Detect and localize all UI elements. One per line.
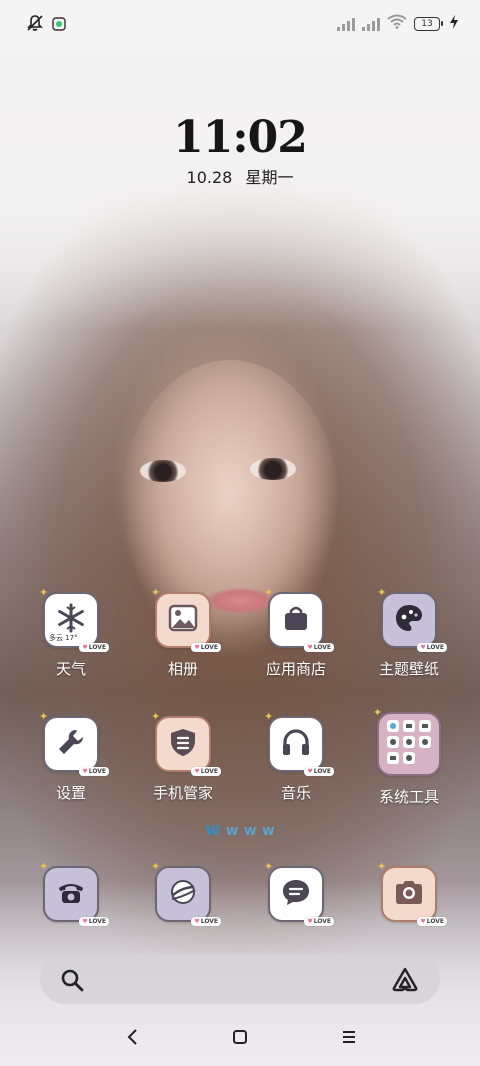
wrench-icon: [56, 727, 86, 761]
assistant-icon[interactable]: [390, 966, 420, 996]
signal-sim1-icon: [337, 17, 355, 31]
battery-icon: 13: [414, 16, 443, 31]
status-bar: 13: [0, 0, 480, 50]
app-system-tools[interactable]: ✦ 系统工具: [354, 706, 464, 807]
app-label: 天气: [55, 660, 86, 678]
back-icon[interactable]: [126, 1028, 140, 1050]
love-tag: ♥LOVE: [191, 917, 221, 926]
camera-icon: [394, 879, 424, 909]
dock-camera[interactable]: ✦ ♥LOVE: [354, 860, 464, 926]
messages-tile[interactable]: ✦ ♥LOVE: [264, 860, 334, 926]
app-themes[interactable]: ✦ ♥LOVE 主题壁纸: [354, 586, 464, 679]
app-security[interactable]: ✦ ♥LOVE 手机管家: [128, 710, 238, 803]
charging-icon: [450, 14, 458, 33]
shield-icon: [169, 727, 197, 761]
wallpaper-eye-left: [140, 460, 186, 482]
message-icon: [281, 878, 311, 910]
wifi-icon: [387, 14, 407, 33]
clock-time: 11:02: [173, 112, 308, 163]
phone-tile[interactable]: ✦ ♥LOVE: [39, 860, 109, 926]
love-tag: ♥LOVE: [304, 767, 334, 776]
app-weather[interactable]: ✦ 多云 17° ♥LOVE 天气: [16, 586, 126, 679]
app-label: 应用商店: [265, 660, 326, 678]
store-tile[interactable]: ✦ ♥LOVE: [264, 586, 334, 652]
page-dot-active: W: [205, 824, 220, 839]
gallery-tile[interactable]: ✦ ♥LOVE: [151, 586, 221, 652]
app-label: 系统工具: [378, 788, 439, 806]
phone-icon: [56, 878, 86, 910]
love-tag: ♥LOVE: [79, 643, 109, 652]
date-value: 10.28: [186, 168, 233, 187]
love-tag: ♥LOVE: [304, 917, 334, 926]
headphones-icon: [281, 728, 311, 760]
dock-messages[interactable]: ✦ ♥LOVE: [241, 860, 351, 926]
dock-phone[interactable]: ✦ ♥LOVE: [16, 860, 126, 926]
page-dot: W: [244, 825, 257, 838]
gallery-icon: [168, 604, 198, 636]
love-tag: ♥LOVE: [304, 643, 334, 652]
planet-icon: [168, 877, 198, 911]
menu-icon[interactable]: [341, 1028, 357, 1050]
app-store[interactable]: ✦ ♥LOVE 应用商店: [241, 586, 351, 679]
love-tag: ♥LOVE: [417, 643, 447, 652]
security-tile[interactable]: ✦ ♥LOVE: [151, 710, 221, 776]
home-screen: 13 11:02 10.28 星期一 ✦ 多云 17° ♥LOVE 天气 ✦ ♥…: [0, 0, 480, 1066]
love-tag: ♥LOVE: [191, 643, 221, 652]
app-label: 相册: [167, 660, 198, 678]
weather-tile[interactable]: ✦ 多云 17° ♥LOVE: [39, 586, 109, 652]
weather-subtext: 多云 17°: [49, 634, 78, 642]
folder-tile[interactable]: ✦: [373, 706, 441, 776]
settings-tile[interactable]: ✦ ♥LOVE: [39, 710, 109, 776]
love-tag: ♥LOVE: [79, 767, 109, 776]
search-bar[interactable]: [40, 954, 440, 1004]
clock-date: 10.28 星期一: [0, 164, 480, 188]
page-dot: W: [225, 825, 239, 838]
love-tag: ♥LOVE: [191, 767, 221, 776]
mute-icon: [26, 14, 44, 36]
snowflake-icon: [56, 603, 86, 637]
page-indicator[interactable]: WWWW: [0, 824, 480, 839]
music-tile[interactable]: ✦ ♥LOVE: [264, 710, 334, 776]
wallpaper-eye-right: [250, 458, 296, 480]
home-icon[interactable]: [232, 1028, 248, 1050]
signal-sim2-icon: [362, 17, 380, 31]
app-notification-icon: [52, 16, 66, 35]
love-tag: ♥LOVE: [417, 917, 447, 926]
page-dot: W: [262, 825, 275, 838]
themes-tile[interactable]: ✦ ♥LOVE: [377, 586, 447, 652]
camera-tile[interactable]: ✦ ♥LOVE: [377, 860, 447, 926]
search-icon[interactable]: [60, 968, 84, 996]
app-settings[interactable]: ✦ ♥LOVE 设置: [16, 710, 126, 803]
palette-icon: [394, 603, 424, 637]
app-label: 音乐: [280, 784, 311, 802]
app-label: 手机管家: [152, 784, 213, 802]
shopping-bag-icon: [282, 604, 310, 636]
app-music[interactable]: ✦ ♥LOVE 音乐: [241, 710, 351, 803]
browser-tile[interactable]: ✦ ♥LOVE: [151, 860, 221, 926]
app-label: 设置: [55, 784, 86, 802]
app-label: 主题壁纸: [378, 660, 439, 678]
navigation-bar: [0, 1016, 480, 1066]
love-tag: ♥LOVE: [79, 917, 109, 926]
folder-icon: [385, 718, 433, 770]
battery-level: 13: [414, 16, 440, 31]
dock-browser[interactable]: ✦ ♥LOVE: [128, 860, 238, 926]
weekday: 星期一: [245, 168, 294, 187]
app-gallery[interactable]: ✦ ♥LOVE 相册: [128, 586, 238, 679]
